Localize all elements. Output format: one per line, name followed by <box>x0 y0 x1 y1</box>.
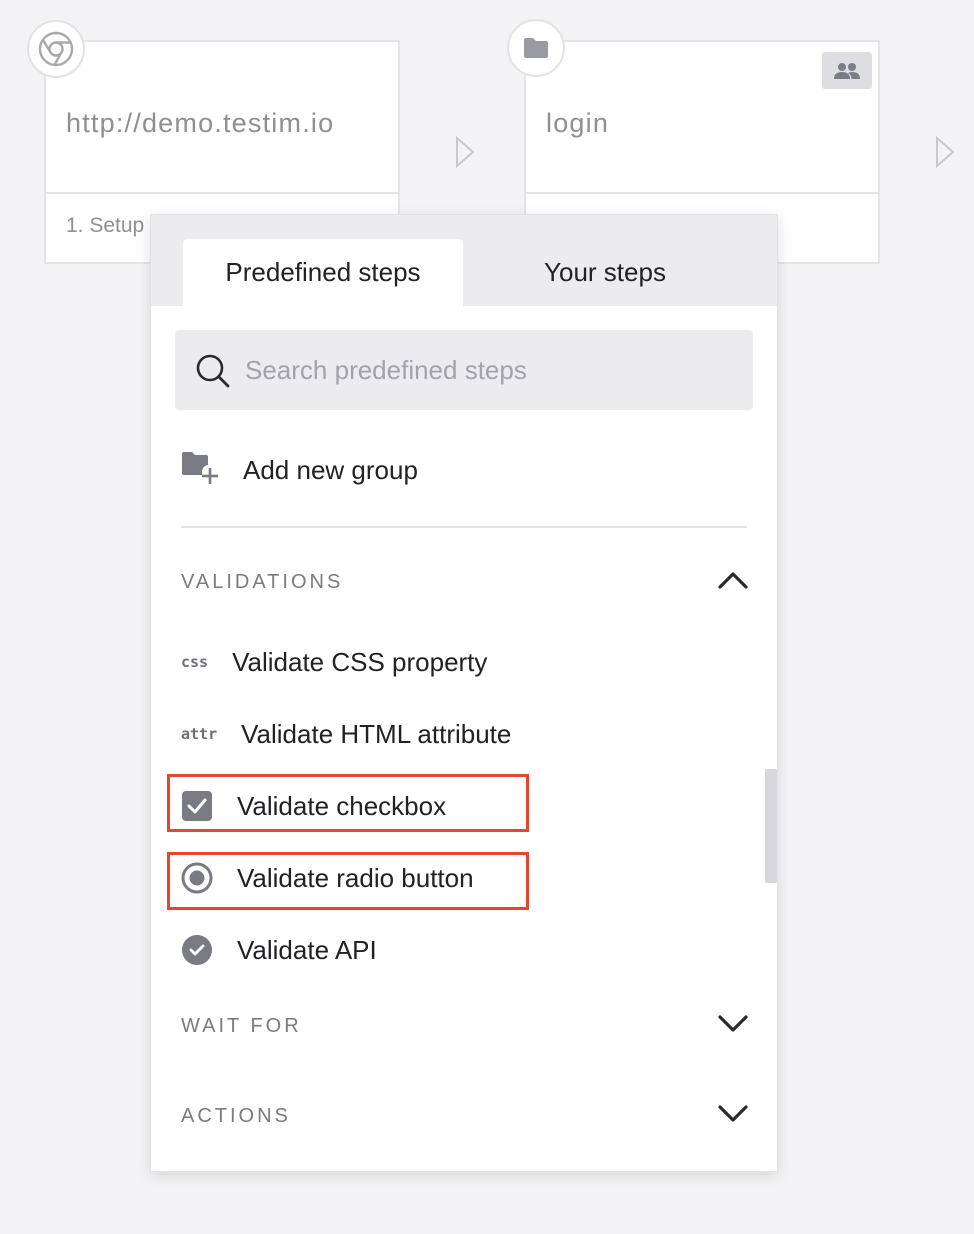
panel-tab-bar: Predefined steps Your steps <box>151 215 777 306</box>
editor-canvas: http://demo.testim.io 1. Setup login Pre… <box>0 0 974 1234</box>
radio-icon <box>181 862 213 894</box>
section-title: ACTIONS <box>181 1105 291 1127</box>
check-circle-icon <box>181 934 213 966</box>
chevron-down-icon <box>717 1103 749 1130</box>
scrollbar-thumb[interactable] <box>765 769 777 883</box>
divider <box>181 526 747 528</box>
section-title: WAIT FOR <box>181 1015 302 1037</box>
tab-predefined-steps[interactable]: Predefined steps <box>183 239 463 306</box>
step-label: Validate CSS property <box>232 646 488 677</box>
add-new-group-label: Add new group <box>243 454 418 485</box>
section-validations-header[interactable]: VALIDATIONS <box>181 563 749 603</box>
step-card-header: http://demo.testim.io <box>46 42 398 194</box>
step-validate-api[interactable]: Validate API <box>181 930 377 970</box>
add-step-panel: Predefined steps Your steps Add new grou <box>150 214 778 1172</box>
step-validate-checkbox[interactable]: Validate checkbox <box>181 786 446 826</box>
attr-icon: attr <box>181 725 218 743</box>
search-icon <box>195 353 231 394</box>
step-label: Validate radio button <box>237 862 474 893</box>
step-subtitle: 1. Setup <box>66 214 145 237</box>
search-bar <box>175 330 753 410</box>
step-validate-html-attribute[interactable]: attr Validate HTML attribute <box>181 714 511 754</box>
chevron-up-icon <box>717 569 749 596</box>
chrome-icon <box>27 20 85 78</box>
step-label: Validate API <box>237 934 377 965</box>
folder-plus-icon <box>181 451 219 490</box>
section-actions-header[interactable]: ACTIONS <box>181 1097 749 1137</box>
people-icon[interactable] <box>822 52 872 89</box>
css-icon: css <box>181 653 209 671</box>
step-connector-arrow-icon <box>935 135 955 173</box>
step-label: Validate HTML attribute <box>241 718 512 749</box>
step-validate-css-property[interactable]: css Validate CSS property <box>181 642 487 682</box>
step-url-title: http://demo.testim.io <box>66 108 335 138</box>
section-wait-for-header[interactable]: WAIT FOR <box>181 1007 749 1047</box>
chevron-down-icon <box>717 1013 749 1040</box>
add-new-group-button[interactable]: Add new group <box>181 449 418 491</box>
search-input[interactable] <box>245 348 735 392</box>
step-connector-arrow-icon <box>455 135 475 173</box>
folder-icon <box>507 19 565 77</box>
step-label: Validate checkbox <box>237 790 447 821</box>
checkbox-icon <box>181 790 213 822</box>
step-validate-radio-button[interactable]: Validate radio button <box>181 858 474 898</box>
section-title: VALIDATIONS <box>181 571 344 593</box>
tab-your-steps[interactable]: Your steps <box>463 239 747 306</box>
step-group-title: login <box>546 108 610 138</box>
